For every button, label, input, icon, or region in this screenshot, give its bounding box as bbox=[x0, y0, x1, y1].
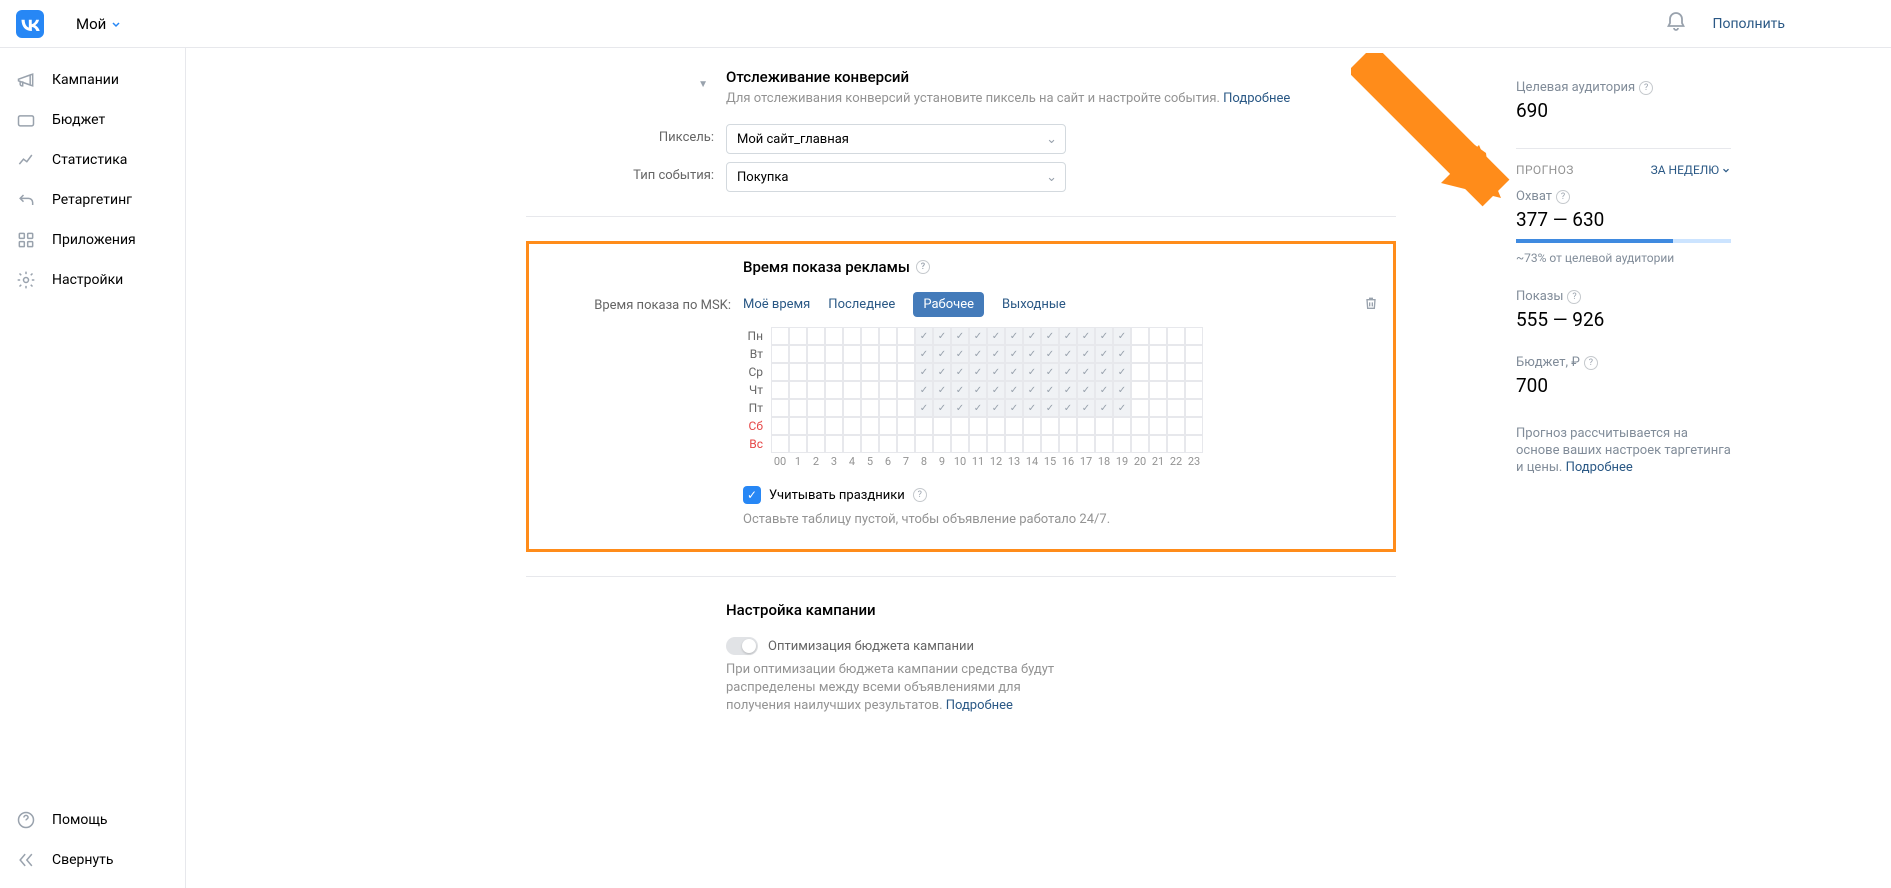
forecast-label: Прогноз bbox=[1516, 163, 1574, 177]
sidebar-settings[interactable]: Настройки bbox=[0, 260, 185, 300]
notifications-icon[interactable] bbox=[1664, 10, 1688, 38]
holidays-label: Учитывать праздники bbox=[769, 488, 905, 503]
chevron-down-icon bbox=[110, 18, 122, 30]
help-icon[interactable]: ? bbox=[913, 488, 927, 502]
help-icon[interactable]: ? bbox=[1556, 190, 1570, 204]
day-labels: Пн Вт Ср Чт Пт Сб Вс bbox=[743, 327, 763, 468]
megaphone-icon bbox=[16, 70, 36, 90]
sidebar-stats[interactable]: Статистика bbox=[0, 140, 185, 180]
sidebar-item-label: Ретаргетинг bbox=[52, 192, 132, 208]
audience-value: 690 bbox=[1516, 99, 1731, 122]
pixel-label: Пиксель: bbox=[526, 124, 726, 152]
holidays-checkbox[interactable]: ✓ bbox=[743, 486, 761, 504]
help-icon[interactable]: ? bbox=[1639, 81, 1653, 95]
account-selector[interactable]: Мой bbox=[76, 15, 122, 33]
chevron-down-icon bbox=[1721, 165, 1731, 175]
event-select[interactable]: Покупка ⌄ bbox=[726, 162, 1066, 192]
gear-icon bbox=[16, 270, 36, 290]
vk-logo[interactable] bbox=[16, 10, 44, 38]
sidebar-item-label: Кампании bbox=[52, 72, 119, 88]
sidebar-budget[interactable]: Бюджет bbox=[0, 100, 185, 140]
help-icon[interactable]: ? bbox=[1567, 290, 1581, 304]
timezone-label: Время показа по MSK: bbox=[543, 292, 743, 320]
reach-value: 377 — 630 bbox=[1516, 208, 1731, 231]
tab-last[interactable]: Последнее bbox=[828, 297, 895, 312]
event-label: Тип события: bbox=[526, 162, 726, 190]
reach-percent: ~73% от целевой аудитории bbox=[1516, 251, 1731, 265]
conversion-section-title: Отслеживание конверсий bbox=[726, 68, 1396, 86]
budget-value: 700 bbox=[1516, 374, 1731, 397]
conversion-desc: Для отслеживания конверсий установите пи… bbox=[726, 90, 1396, 108]
tab-work[interactable]: Рабочее bbox=[913, 292, 984, 317]
budget-optimization-label: Оптимизация бюджета кампании bbox=[768, 639, 974, 654]
sidebar-item-label: Приложения bbox=[52, 232, 136, 248]
sidebar-item-label: Свернуть bbox=[52, 852, 113, 868]
conversion-more-link[interactable]: Подробнее bbox=[1223, 91, 1290, 106]
tab-weekend[interactable]: Выходные bbox=[1002, 297, 1066, 312]
sidebar-collapse[interactable]: Свернуть bbox=[0, 840, 185, 880]
divider bbox=[526, 216, 1396, 217]
audience-label: Целевая аудитория ? bbox=[1516, 80, 1731, 95]
schedule-hint: Оставьте таблицу пустой, чтобы объявлени… bbox=[743, 512, 1379, 527]
campaign-more-link[interactable]: Подробнее bbox=[946, 698, 1013, 713]
reach-label: Охват ? bbox=[1516, 189, 1731, 204]
sidebar: Кампании Бюджет Статистика Ретаргетинг П… bbox=[0, 48, 186, 888]
sidebar-retargeting[interactable]: Ретаргетинг bbox=[0, 180, 185, 220]
help-icon[interactable]: ? bbox=[916, 260, 930, 274]
impressions-label: Показы ? bbox=[1516, 289, 1731, 304]
main-content: ▼ Отслеживание конверсий Для отслеживани… bbox=[186, 48, 1891, 888]
schedule-title: Время показа рекламы ? bbox=[743, 258, 1379, 276]
forecast-period-select[interactable]: За неделю bbox=[1651, 163, 1731, 177]
apps-icon bbox=[16, 230, 36, 250]
impressions-value: 555 — 926 bbox=[1516, 308, 1731, 331]
tab-mytime[interactable]: Моё время bbox=[743, 297, 810, 312]
divider bbox=[526, 576, 1396, 577]
undo-icon bbox=[16, 190, 36, 210]
sidebar-item-label: Статистика bbox=[52, 152, 127, 168]
chart-icon bbox=[16, 150, 36, 170]
campaign-opt-desc: При оптимизации бюджета кампании средств… bbox=[726, 661, 1086, 715]
app-header: Мой Пополнить bbox=[0, 0, 1891, 48]
forecast-more-link[interactable]: Подробнее bbox=[1566, 460, 1633, 475]
schedule-highlight: Время показа рекламы ? Время показа по M… bbox=[526, 241, 1396, 552]
topup-button[interactable]: Пополнить bbox=[1712, 16, 1785, 32]
reach-progress bbox=[1516, 239, 1731, 243]
sidebar-item-label: Бюджет bbox=[52, 112, 105, 128]
account-name: Мой bbox=[76, 15, 106, 33]
sidebar-item-label: Помощь bbox=[52, 812, 108, 828]
schedule-grid: Пн Вт Ср Чт Пт Сб Вс 0012345678910111213… bbox=[743, 327, 1379, 468]
trash-icon bbox=[1363, 295, 1379, 311]
sidebar-help[interactable]: Помощь bbox=[0, 800, 185, 840]
collapse-triangle-icon[interactable]: ▼ bbox=[698, 79, 708, 90]
wallet-icon bbox=[16, 110, 36, 130]
budget-label: Бюджет, ₽ ? bbox=[1516, 355, 1731, 370]
schedule-cells[interactable]: 001234567891011121314151617181920212223 bbox=[771, 327, 1203, 468]
sidebar-item-label: Настройки bbox=[52, 272, 123, 288]
clear-schedule-button[interactable] bbox=[1363, 295, 1379, 315]
collapse-icon bbox=[16, 850, 36, 870]
forecast-panel: Целевая аудитория ? 690 Прогноз За недел… bbox=[1516, 68, 1731, 476]
pixel-select[interactable]: Мой сайт_главная ⌄ bbox=[726, 124, 1066, 154]
chevron-down-icon: ⌄ bbox=[1046, 132, 1057, 147]
help-icon bbox=[16, 810, 36, 830]
campaign-settings-title: Настройка кампании bbox=[726, 601, 1396, 619]
sidebar-campaigns[interactable]: Кампании bbox=[0, 60, 185, 100]
chevron-down-icon: ⌄ bbox=[1046, 170, 1057, 185]
budget-optimization-toggle[interactable] bbox=[726, 637, 758, 655]
pixel-value: Мой сайт_главная bbox=[737, 132, 849, 147]
help-icon[interactable]: ? bbox=[1584, 356, 1598, 370]
forecast-footer: Прогноз рассчитывается на основе ваших н… bbox=[1516, 425, 1731, 476]
sidebar-apps[interactable]: Приложения bbox=[0, 220, 185, 260]
event-value: Покупка bbox=[737, 170, 788, 185]
schedule-tabs: Моё время Последнее Рабочее Выходные bbox=[743, 292, 1379, 317]
